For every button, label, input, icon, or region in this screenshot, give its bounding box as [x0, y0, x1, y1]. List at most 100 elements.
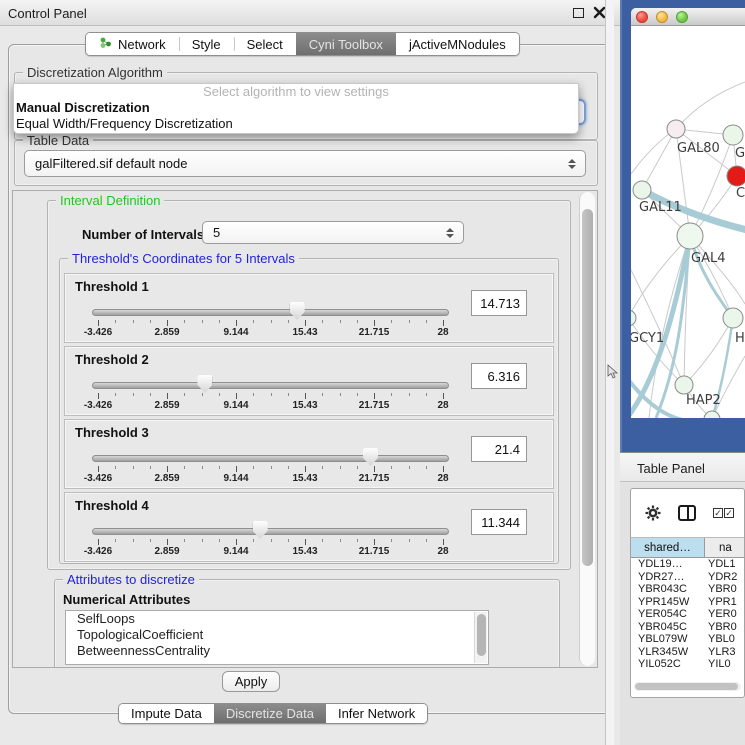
node-table: ✓✓ shared… na YDL19…YDL1YDR27…YDR2YBR043… — [630, 488, 745, 698]
tab-jactivemnodules[interactable]: jActiveMNodules — [396, 33, 519, 55]
number-of-intervals-combobox[interactable]: 5 — [202, 221, 464, 244]
network-canvas[interactable]: GAL80GACGAL11GAL4GCY1HHAP2 — [631, 26, 745, 418]
network-node[interactable] — [631, 310, 636, 326]
threshold-value-field[interactable]: 6.316 — [471, 363, 527, 389]
zoom-icon[interactable] — [676, 11, 688, 23]
table-row[interactable]: YDR27…YDR2 — [631, 571, 744, 584]
close-icon[interactable] — [636, 11, 648, 23]
threshold-label: Threshold 4 — [75, 498, 149, 513]
node-label: HAP2 — [686, 393, 721, 408]
numerical-attributes-label: Numerical Attributes — [63, 592, 190, 607]
slider-ticks: -3.4262.8599.14415.4321.71528 — [92, 464, 449, 484]
tab-select[interactable]: Select — [234, 33, 296, 55]
slider-track[interactable] — [92, 382, 449, 389]
attributes-group: Attributes to discretize Numerical Attri… — [54, 579, 560, 668]
slider-ticks: -3.4262.8599.14415.4321.71528 — [92, 537, 449, 557]
group-title: Attributes to discretize — [63, 572, 199, 587]
table-row[interactable]: YBR043CYBR0 — [631, 583, 744, 596]
node-label: C — [736, 186, 745, 201]
column-header-name[interactable]: na — [705, 538, 744, 557]
horizontal-scrollbar[interactable] — [634, 682, 741, 691]
column-header-shared-name[interactable]: shared… — [631, 538, 705, 557]
table-row[interactable]: YPR145WYPR1 — [631, 596, 744, 609]
network-view-window: GAL80GACGAL11GAL4GCY1HHAP2 — [620, 0, 745, 452]
tick-label: -3.426 — [84, 327, 112, 338]
apply-button[interactable]: Apply — [222, 671, 280, 692]
slider-track[interactable] — [92, 309, 449, 316]
scrollbar-thumb[interactable] — [582, 209, 593, 566]
network-window-titlebar[interactable] — [631, 8, 745, 26]
float-icon[interactable] — [573, 8, 584, 18]
tick-label: -3.426 — [84, 546, 112, 557]
tab-network[interactable]: Network — [86, 33, 179, 55]
table-data-combobox[interactable]: galFiltered.sif default node — [24, 150, 586, 177]
tab-label: Impute Data — [131, 706, 202, 721]
network-node[interactable] — [723, 125, 743, 145]
network-node[interactable] — [675, 376, 693, 394]
network-node[interactable] — [727, 166, 745, 186]
table-row[interactable]: YBR045CYBR0 — [631, 621, 744, 634]
tab-label: Discretize Data — [226, 706, 314, 721]
table-panel-title: Table Panel — [637, 461, 705, 476]
threshold-value-field[interactable]: 14.713 — [471, 290, 527, 316]
list-item[interactable]: TopologicalCoefficient — [66, 627, 488, 643]
threshold-value-field[interactable]: 21.4 — [471, 436, 527, 462]
tick-label: 2.859 — [154, 546, 179, 557]
tab-label: Network — [118, 37, 166, 52]
list-scrollbar[interactable] — [474, 612, 487, 663]
threshold-value-field[interactable]: 11.344 — [471, 509, 527, 535]
group-title: Table Data — [23, 133, 93, 148]
tick-label: 15.43 — [292, 546, 317, 557]
threshold-slider[interactable]: -3.4262.8599.14415.4321.71528 — [92, 517, 449, 557]
vertical-scrollbar[interactable] — [579, 192, 595, 666]
table-panel-header: Table Panel — [620, 452, 745, 482]
table-row[interactable]: YER054CYER0 — [631, 608, 744, 621]
threshold-slider[interactable]: -3.4262.8599.14415.4321.71528 — [92, 444, 449, 484]
numerical-attributes-list[interactable]: SelfLoopsTopologicalCoefficientBetweenne… — [65, 610, 489, 665]
network-node[interactable] — [633, 181, 651, 199]
list-item[interactable]: SelfLoops — [66, 611, 488, 627]
checkboxes-icon[interactable]: ✓✓ — [713, 508, 734, 518]
threshold-panel: Threshold 2-3.4262.8599.14415.4321.71528… — [64, 346, 554, 416]
algorithm-dropdown-popup: Select algorithm to view settings Manual… — [13, 83, 579, 134]
network-node[interactable] — [704, 411, 720, 418]
tab-impute-data[interactable]: Impute Data — [119, 704, 214, 723]
list-item[interactable]: BetweennessCentrality — [66, 643, 488, 659]
dropdown-option[interactable]: Equal Width/Frequency Discretization — [14, 116, 578, 132]
threshold-label: Threshold 3 — [75, 425, 149, 440]
gear-icon[interactable] — [645, 505, 661, 521]
panel-title: Control Panel — [8, 6, 87, 21]
bottom-tab-bar: Impute Data Discretize Data Infer Networ… — [118, 703, 428, 724]
dropdown-option[interactable]: Manual Discretization — [14, 100, 578, 116]
table-row[interactable]: YDL19…YDL1 — [631, 558, 744, 571]
network-node[interactable] — [677, 223, 703, 249]
tab-label: Cyni Toolbox — [309, 37, 383, 52]
group-title: Interval Definition — [56, 193, 164, 208]
table-row[interactable]: YIL052CYIL0 — [631, 658, 744, 668]
tab-cyni-toolbox[interactable]: Cyni Toolbox — [296, 33, 396, 55]
tick-label: 21.715 — [359, 546, 390, 557]
slider-track[interactable] — [92, 455, 449, 462]
top-tab-bar: Network Style Select Cyni Toolbox jActiv… — [85, 32, 520, 56]
network-node[interactable] — [667, 120, 685, 138]
slider-track[interactable] — [92, 528, 449, 535]
threshold-slider[interactable]: -3.4262.8599.14415.4321.71528 — [92, 371, 449, 411]
tick-label: 28 — [437, 473, 448, 484]
tick-label: 15.43 — [292, 327, 317, 338]
node-label: GCY1 — [631, 331, 664, 346]
tab-style[interactable]: Style — [179, 33, 234, 55]
tab-discretize-data[interactable]: Discretize Data — [214, 704, 326, 723]
split-columns-icon[interactable] — [678, 505, 696, 521]
tick-label: 15.43 — [292, 473, 317, 484]
threshold-slider[interactable]: -3.4262.8599.14415.4321.71528 — [92, 298, 449, 338]
table-row[interactable]: YBL079WYBL0 — [631, 633, 744, 646]
tick-label: 21.715 — [359, 473, 390, 484]
group-title: Discretization Algorithm — [23, 65, 167, 80]
network-node[interactable] — [723, 308, 743, 328]
minimize-icon[interactable] — [656, 11, 668, 23]
table-row[interactable]: YLR345WYLR3 — [631, 646, 744, 659]
settings-scrollpane: Interval Definition Number of Intervals … — [12, 190, 598, 668]
tab-infer-network[interactable]: Infer Network — [326, 704, 427, 723]
scrollbar-thumb[interactable] — [635, 683, 738, 690]
combobox-value: 5 — [213, 225, 220, 240]
